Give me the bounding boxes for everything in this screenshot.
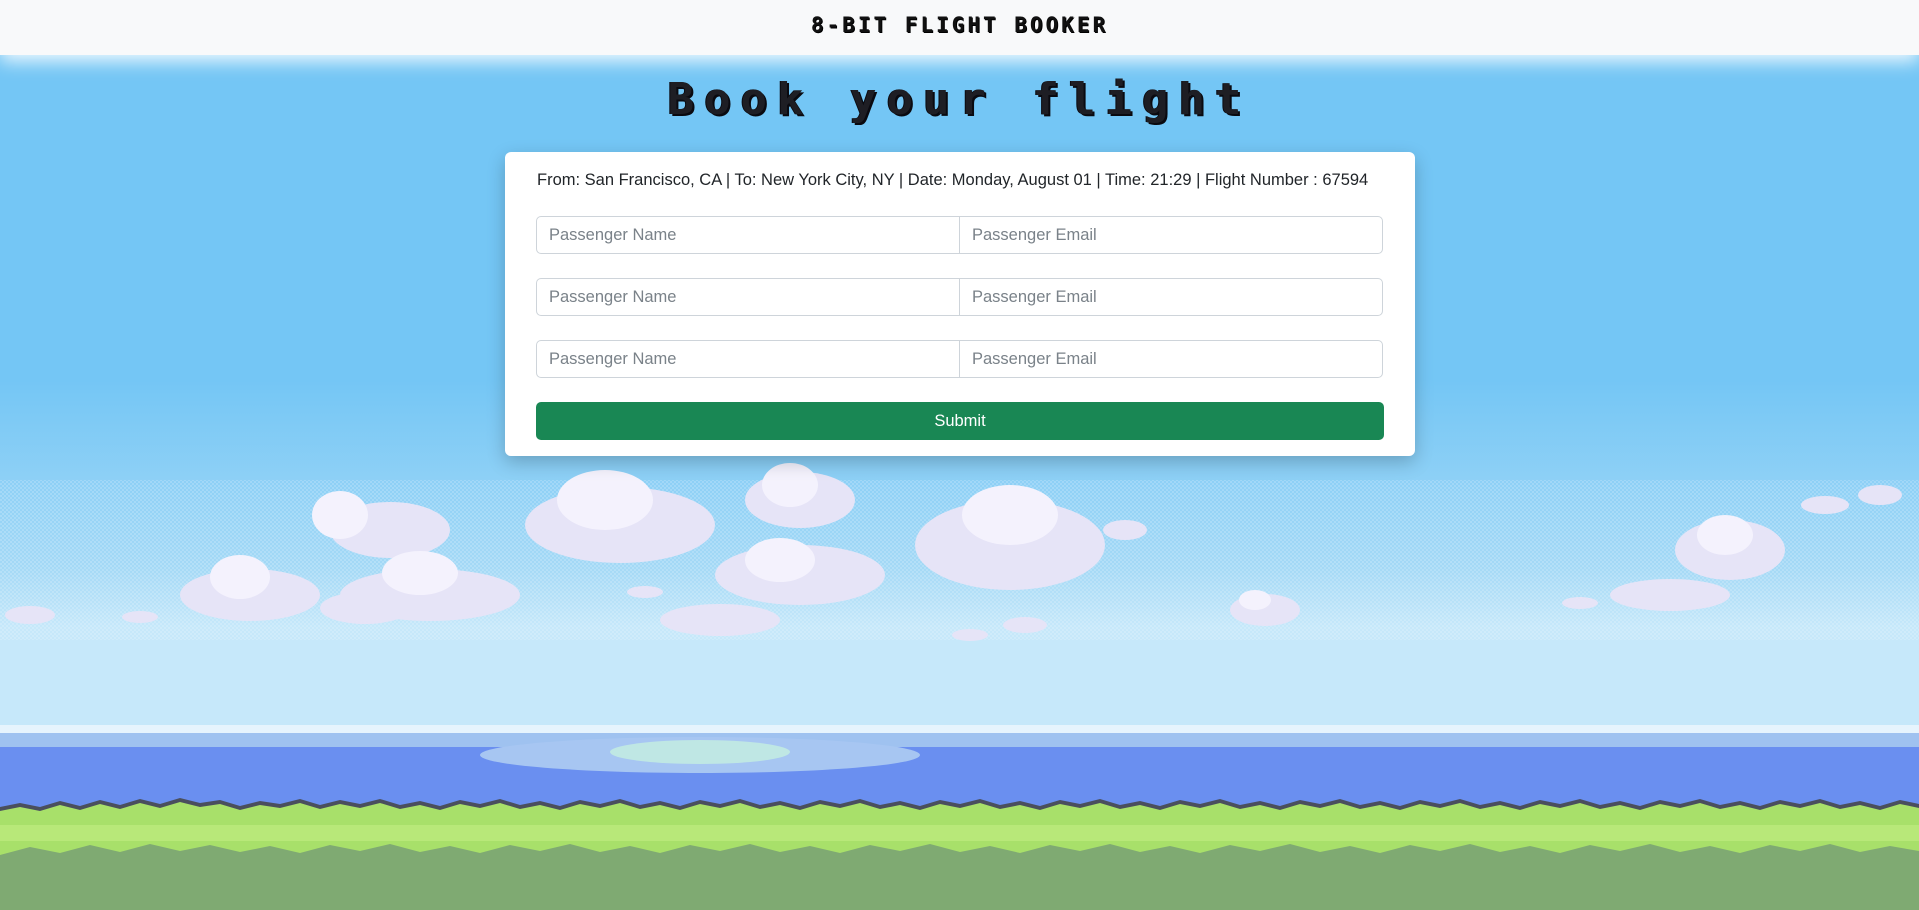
passenger-row [536,340,1384,378]
passenger-email-input[interactable] [959,278,1383,316]
passenger-email-input[interactable] [959,340,1383,378]
passenger-email-input[interactable] [959,216,1383,254]
passenger-name-input[interactable] [536,278,960,316]
brand-title[interactable]: 8-BIT FLIGHT BOOKER [0,13,1919,37]
flight-info: From: San Francisco, CA | To: New York C… [537,171,1369,189]
booking-card: From: San Francisco, CA | To: New York C… [505,152,1415,456]
submit-button[interactable]: Submit [536,402,1384,440]
page-title: Book your flight [667,74,1252,125]
passenger-name-input[interactable] [536,216,960,254]
passenger-row [536,216,1384,254]
passenger-name-input[interactable] [536,340,960,378]
passenger-row [536,278,1384,316]
navbar: 8-BIT FLIGHT BOOKER [0,0,1919,55]
